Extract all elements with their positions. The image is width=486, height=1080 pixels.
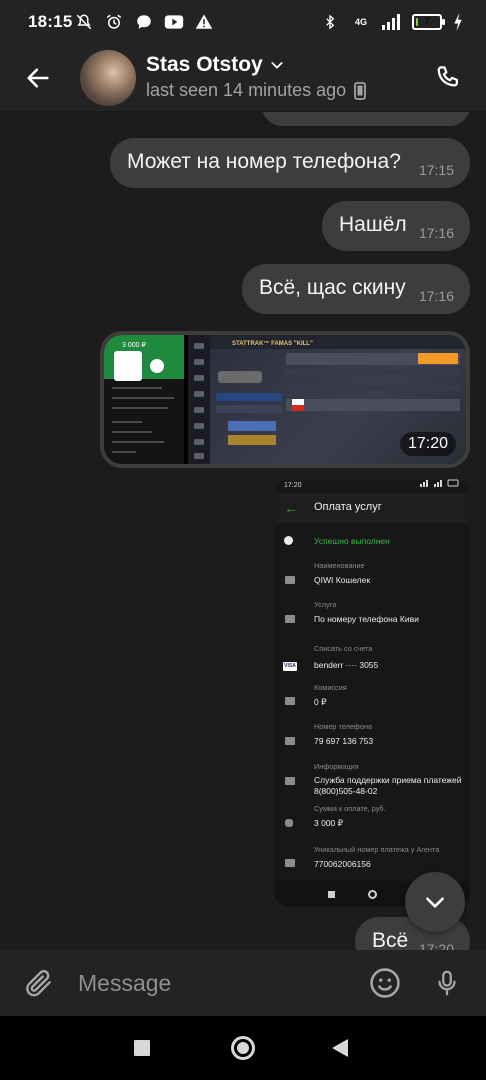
peer-status-row: last seen 14 minutes ago — [146, 80, 367, 101]
warning-icon — [194, 12, 214, 32]
field-icon — [285, 576, 295, 584]
message-bubble[interactable] — [262, 112, 470, 126]
youtube-icon — [164, 12, 184, 32]
message-text: Всё, щас скину — [259, 276, 406, 299]
alarm-icon — [104, 12, 124, 32]
receipt-header: ← Оплата услуг — [274, 493, 470, 523]
visa-card-icon: VISA — [283, 662, 297, 671]
chevron-down-icon — [271, 62, 283, 69]
peer-name-row[interactable]: Stas Otstoy — [146, 53, 285, 77]
wallet-screenshot-panel: 3 000 ₽ — [104, 335, 184, 464]
message-bubble[interactable]: Всё, щас скину 17:16 — [242, 264, 470, 314]
receipt-success-status: Успешно выполнен — [314, 536, 390, 546]
system-icons: 4G 7 — [320, 12, 464, 32]
last-seen-status: last seen 14 minutes ago — [146, 80, 347, 100]
smiley-icon — [370, 968, 400, 998]
message-list[interactable]: Может на номер телефона? 17:15 Нашёл 17:… — [0, 112, 486, 950]
chat-header: Stas Otstoy last seen 14 minutes ago — [0, 44, 486, 112]
battery-fill — [416, 18, 418, 26]
check-circle-icon — [284, 536, 293, 545]
peer-name: Stas Otstoy — [146, 53, 263, 76]
field-icon — [285, 697, 295, 705]
message-composer — [0, 950, 486, 1016]
status-time: 18:15 — [28, 12, 73, 31]
chevron-down-icon — [426, 897, 444, 908]
back-button[interactable] — [18, 58, 58, 98]
recents-button[interactable] — [134, 1040, 150, 1056]
field-icon — [285, 615, 295, 623]
message-time: 17:16 — [418, 225, 454, 241]
system-nav-bar — [0, 1016, 486, 1080]
phone-device-icon — [354, 81, 367, 100]
field-icon — [285, 859, 295, 867]
status-bar: 18:15 4G 7 — [0, 0, 486, 44]
field-icon — [285, 777, 295, 785]
photo-message[interactable]: 3 000 ₽ STATTRAK™ FAMAS "KILL" 17:20 — [100, 331, 470, 468]
money-bag-icon — [285, 819, 293, 827]
receipt-title: Оплата услуг — [314, 501, 382, 513]
photo-screenshot[interactable]: 3 000 ₽ STATTRAK™ FAMAS "KILL" 17:20 — [104, 335, 466, 464]
charging-icon — [452, 12, 464, 32]
avatar[interactable] — [80, 50, 136, 106]
microphone-icon — [438, 970, 456, 996]
arrow-left-icon — [27, 68, 49, 88]
arrow-left-icon: ← — [284, 500, 298, 516]
message-text: Всё — [372, 929, 409, 950]
message-bubble[interactable]: Нашёл 17:16 — [322, 201, 470, 251]
mute-icon — [74, 12, 94, 32]
battery-icon: 7 — [412, 14, 445, 30]
home-button[interactable] — [231, 1036, 255, 1060]
attach-button[interactable] — [18, 962, 60, 1004]
scroll-to-bottom-button[interactable] — [405, 872, 465, 932]
message-text: Может на номер телефона? — [127, 150, 401, 173]
message-time: 17:16 — [418, 288, 454, 304]
emoji-button[interactable] — [364, 962, 406, 1004]
message-text: Нашёл — [339, 213, 407, 236]
message-bubble[interactable]: Может на номер телефона? 17:15 — [110, 138, 470, 188]
network-type-icon: 4G — [354, 16, 367, 27]
paperclip-icon — [26, 969, 51, 997]
phone-icon — [437, 66, 458, 87]
voice-message-button[interactable] — [426, 962, 468, 1004]
bluetooth-icon — [320, 12, 340, 32]
message-time: 17:15 — [418, 162, 454, 178]
field-icon — [285, 737, 295, 745]
signal-icon — [382, 12, 402, 32]
system-back-button[interactable] — [332, 1039, 348, 1057]
chat-icon — [134, 12, 154, 32]
call-button[interactable] — [424, 54, 472, 102]
photo-time: 17:20 — [399, 432, 456, 456]
notification-icons — [74, 12, 214, 32]
message-time: 17:20 — [418, 941, 454, 950]
message-input[interactable] — [66, 962, 346, 1004]
receipt-photo-message[interactable]: 17:20 ← Оплата услуг Успешно выполнен На… — [274, 479, 470, 907]
